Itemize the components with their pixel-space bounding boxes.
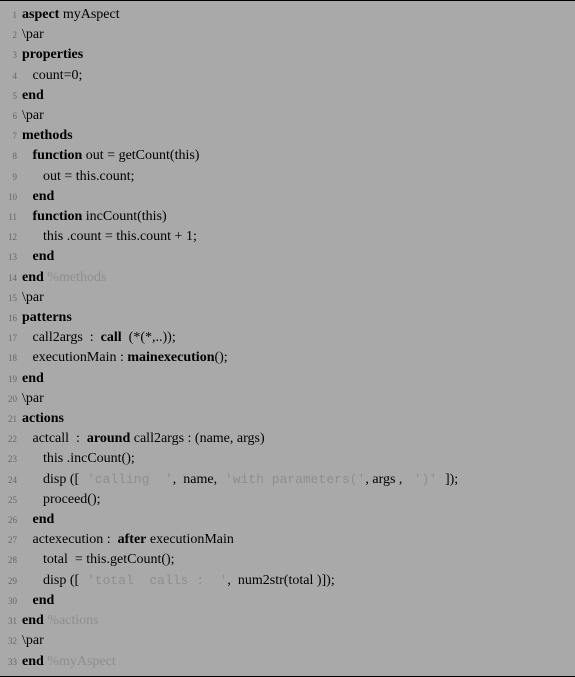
- code-line: 29 disp ([ 'total calls : ', num2str(tot…: [0, 571, 575, 591]
- code-content: call2args : call (*(*,..));: [22, 328, 176, 347]
- code-content: executionMain : mainexecution();: [22, 348, 228, 367]
- code-line: 1aspect myAspect: [0, 5, 575, 25]
- code-line: 33end %myAspect: [0, 652, 575, 672]
- line-number: 16: [0, 309, 22, 328]
- code-content: function out = getCount(this): [22, 146, 199, 165]
- line-number: 13: [0, 248, 22, 267]
- line-number: 8: [0, 147, 22, 166]
- code-content: actexecution : after executionMain: [22, 530, 234, 549]
- code-line: 8 function out = getCount(this): [0, 146, 575, 166]
- line-number: 25: [0, 491, 22, 510]
- code-line: 9 out = this.count;: [0, 167, 575, 187]
- line-number: 21: [0, 410, 22, 429]
- code-content: disp ([ 'calling ', name, 'with paramete…: [22, 470, 458, 489]
- line-number: 9: [0, 168, 22, 187]
- code-content: end: [22, 247, 54, 266]
- line-number: 12: [0, 228, 22, 247]
- code-content: \par: [22, 631, 44, 650]
- line-number: 6: [0, 107, 22, 126]
- code-content: function incCount(this): [22, 207, 167, 226]
- code-line: 14end %methods: [0, 268, 575, 288]
- line-number: 3: [0, 46, 22, 65]
- code-line: 32\par: [0, 631, 575, 651]
- line-number: 2: [0, 26, 22, 45]
- code-line: 24 disp ([ 'calling ', name, 'with param…: [0, 470, 575, 490]
- code-line: 13 end: [0, 247, 575, 267]
- line-number: 5: [0, 87, 22, 106]
- code-line: 30 end: [0, 591, 575, 611]
- line-number: 23: [0, 450, 22, 469]
- code-content: end: [22, 86, 44, 105]
- code-line: 19end: [0, 369, 575, 389]
- code-line: 10 end: [0, 187, 575, 207]
- code-content: \par: [22, 106, 44, 125]
- line-number: 29: [0, 572, 22, 591]
- code-content: end %methods: [22, 268, 106, 287]
- code-line: 17 call2args : call (*(*,..));: [0, 328, 575, 348]
- code-line: 12 this .count = this.count + 1;: [0, 227, 575, 247]
- code-line: 26 end: [0, 510, 575, 530]
- code-content: end: [22, 591, 54, 610]
- code-line: 31end %actions: [0, 611, 575, 631]
- line-number: 18: [0, 349, 22, 368]
- code-line: 28 total = this.getCount();: [0, 550, 575, 570]
- code-content: \par: [22, 25, 44, 44]
- code-line: 16patterns: [0, 308, 575, 328]
- line-number: 24: [0, 471, 22, 490]
- code-content: out = this.count;: [22, 167, 135, 186]
- code-content: end: [22, 369, 44, 388]
- code-content: count=0;: [22, 66, 82, 85]
- line-number: 7: [0, 127, 22, 146]
- line-number: 17: [0, 329, 22, 348]
- code-line: 22 actcall : around call2args : (name, a…: [0, 429, 575, 449]
- code-line: 23 this .incCount();: [0, 449, 575, 469]
- line-number: 19: [0, 370, 22, 389]
- code-line: 5end: [0, 86, 575, 106]
- code-line: 4 count=0;: [0, 66, 575, 86]
- code-content: end %myAspect: [22, 652, 116, 671]
- code-line: 11 function incCount(this): [0, 207, 575, 227]
- code-content: end %actions: [22, 611, 99, 630]
- code-line: 20\par: [0, 389, 575, 409]
- code-content: patterns: [22, 308, 72, 327]
- code-content: this .count = this.count + 1;: [22, 227, 197, 246]
- code-content: aspect myAspect: [22, 5, 120, 24]
- line-number: 22: [0, 430, 22, 449]
- line-number: 20: [0, 390, 22, 409]
- line-number: 30: [0, 592, 22, 611]
- code-content: disp ([ 'total calls : ', num2str(total …: [22, 571, 335, 590]
- line-number: 26: [0, 511, 22, 530]
- line-number: 14: [0, 269, 22, 288]
- code-line: 7methods: [0, 126, 575, 146]
- line-number: 28: [0, 551, 22, 570]
- code-line: 15\par: [0, 288, 575, 308]
- line-number: 27: [0, 531, 22, 550]
- line-number: 11: [0, 208, 22, 227]
- code-line: 2\par: [0, 25, 575, 45]
- code-listing: 1aspect myAspect2\par3properties4 count=…: [0, 0, 575, 677]
- code-line: 21actions: [0, 409, 575, 429]
- code-line: 18 executionMain : mainexecution();: [0, 348, 575, 368]
- code-content: methods: [22, 126, 73, 145]
- code-line: 3properties: [0, 45, 575, 65]
- code-line: 27 actexecution : after executionMain: [0, 530, 575, 550]
- code-content: end: [22, 187, 54, 206]
- code-content: \par: [22, 389, 44, 408]
- line-number: 33: [0, 653, 22, 672]
- code-content: actcall : around call2args : (name, args…: [22, 429, 265, 448]
- code-line: 6\par: [0, 106, 575, 126]
- code-content: this .incCount();: [22, 449, 135, 468]
- line-number: 31: [0, 612, 22, 631]
- code-content: \par: [22, 288, 44, 307]
- code-line: 25 proceed();: [0, 490, 575, 510]
- code-content: total = this.getCount();: [22, 550, 175, 569]
- code-content: proceed();: [22, 490, 101, 509]
- line-number: 15: [0, 289, 22, 308]
- line-number: 4: [0, 67, 22, 86]
- code-content: end: [22, 510, 54, 529]
- line-number: 10: [0, 188, 22, 207]
- code-content: properties: [22, 45, 83, 64]
- code-content: actions: [22, 409, 64, 428]
- line-number: 1: [0, 6, 22, 25]
